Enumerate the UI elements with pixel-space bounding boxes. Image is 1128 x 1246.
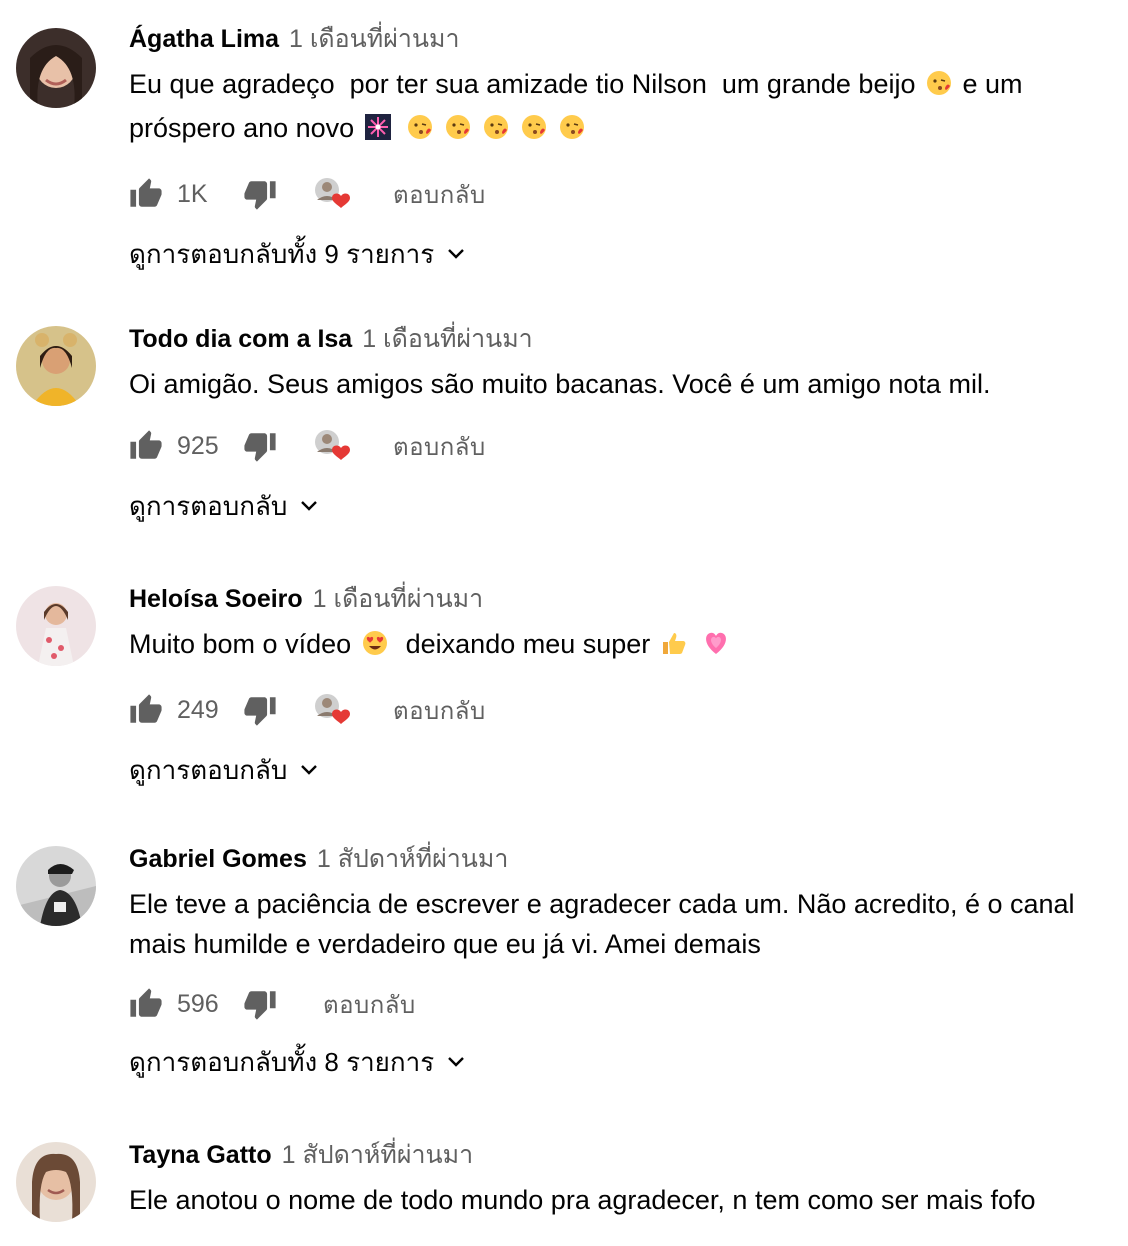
comment-timestamp[interactable]: 1 สัปดาห์ที่ผ่านมา [282,1138,474,1172]
comment-text: Eu que agradeço por ter sua amizade tio … [129,64,1108,152]
heart-eyes-emoji-icon [361,628,389,668]
view-replies-label: ดูการตอบกลับทั้ง 8 รายการ [129,1046,435,1077]
chevron-down-icon [301,501,318,511]
chevron-down-icon [448,249,465,259]
comment-timestamp[interactable]: 1 เดือนที่ผ่านมา [313,582,484,616]
view-replies-label: ดูการตอบกลับ [129,754,288,785]
like-icon[interactable] [129,987,163,1021]
avatar[interactable] [16,1142,96,1222]
like-icon[interactable] [129,177,163,211]
like-icon[interactable] [129,429,163,463]
comment-author[interactable]: Gabriel Gomes [129,842,307,876]
avatar[interactable] [16,326,96,406]
kiss-emoji-icon [406,112,434,152]
view-replies-button[interactable]: ดูการตอบกลับทั้ง 8 รายการ [129,1042,1108,1082]
like-count: 249 [177,695,219,724]
comment-author[interactable]: Todo dia com a Isa [129,322,352,356]
view-replies-label: ดูการตอบกลับ [129,490,288,521]
kiss-emoji-icon [482,112,510,152]
view-replies-button[interactable]: ดูการตอบกลับ [129,486,1108,526]
creator-heart-icon [311,690,359,730]
kiss-emoji-icon [925,68,953,108]
chevron-down-icon [301,765,318,775]
comment-text: Oi amigão. Seus amigos são muito bacanas… [129,369,991,399]
like-count: 1K [177,179,208,208]
avatar[interactable] [16,586,96,666]
like-count: 596 [177,989,219,1018]
like-count: 925 [177,431,219,460]
comment-text: Ele anotou o nome de todo mundo pra agra… [129,1185,1036,1215]
reply-button[interactable]: ตอบกลับ [393,691,486,730]
thumbs-up-emoji-icon [660,628,688,668]
dislike-icon[interactable] [243,987,277,1021]
comment-timestamp[interactable]: 1 เดือนที่ผ่านมา [362,322,533,356]
comment-text: Ele teve a paciência de escrever e agrad… [129,889,1083,959]
growing-heart-emoji-icon [702,628,730,668]
fireworks-emoji-icon [364,112,392,152]
chevron-down-icon [448,1057,465,1067]
creator-heart-icon [311,174,359,214]
creator-heart-icon [311,426,359,466]
kiss-emoji-icon [444,112,472,152]
avatar[interactable] [16,28,96,108]
comment-text-segment: deixando meu super [390,629,658,659]
comment-author[interactable]: Tayna Gatto [129,1138,272,1172]
view-replies-label: ดูการตอบกลับทั้ง 9 รายการ [129,238,435,269]
dislike-icon[interactable] [243,693,277,727]
reply-button[interactable]: ตอบกลับ [393,175,486,214]
comment-action-bar: 925 ตอบกลับ [129,426,1108,466]
view-replies-button[interactable]: ดูการตอบกลับทั้ง 9 รายการ [129,234,1108,274]
dislike-icon[interactable] [243,429,277,463]
comment-text: Muito bom o vídeo deixando meu super [129,624,1108,668]
comment-timestamp[interactable]: 1 สัปดาห์ที่ผ่านมา [317,842,509,876]
like-icon[interactable] [129,693,163,727]
comment-author[interactable]: Heloísa Soeiro [129,582,303,616]
dislike-icon[interactable] [243,177,277,211]
comment-author[interactable]: Ágatha Lima [129,22,279,56]
comment-text-segment: Eu que agradeço por ter sua amizade tio … [129,69,923,99]
view-replies-button[interactable]: ดูการตอบกลับ [129,750,1108,790]
comment-action-bar: 596 ตอบกลับ [129,984,1108,1024]
comment-action-bar: 1K ตอบกลับ [129,174,1108,214]
comment-action-bar: 249 ตอบกลับ [129,690,1108,730]
avatar[interactable] [16,846,96,926]
comment-text-segment: Muito bom o vídeo [129,629,359,659]
kiss-emoji-icon [520,112,548,152]
reply-button[interactable]: ตอบกลับ [393,427,486,466]
kiss-emoji-icon [558,112,586,152]
reply-button[interactable]: ตอบกลับ [323,985,416,1024]
comment-timestamp[interactable]: 1 เดือนที่ผ่านมา [289,22,460,56]
